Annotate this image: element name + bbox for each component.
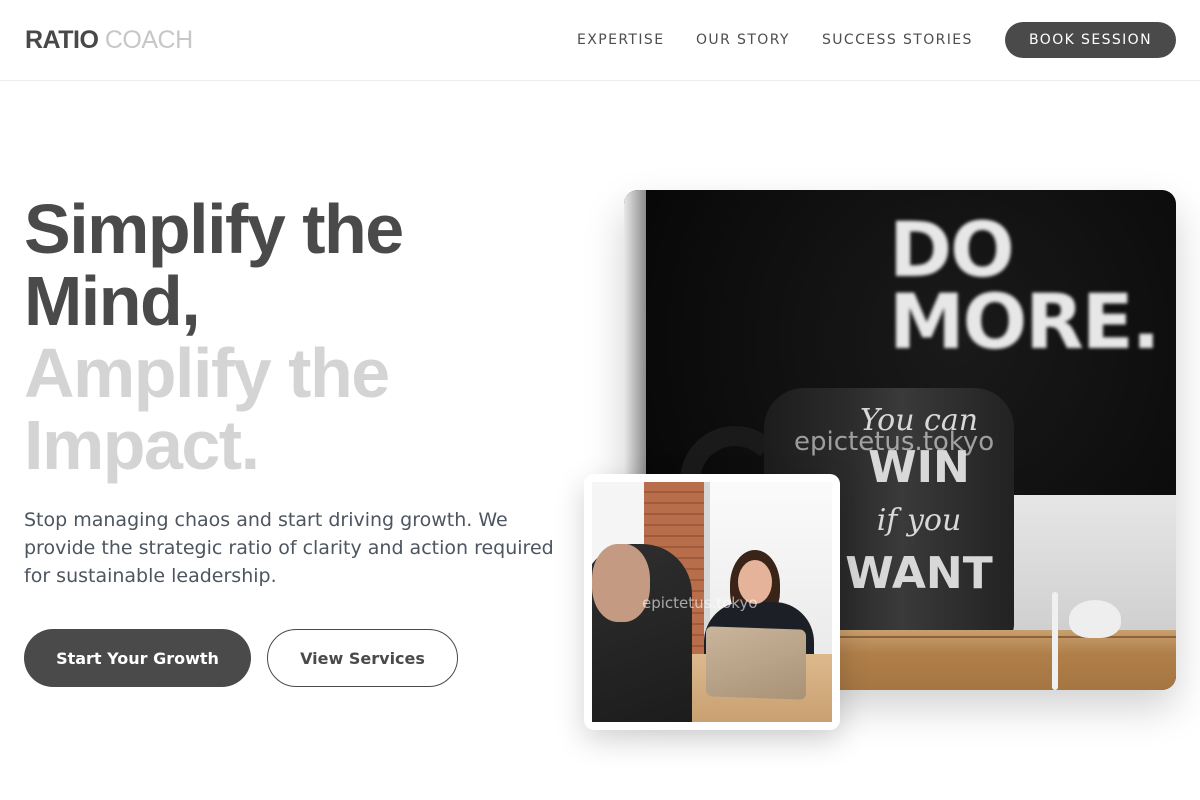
hero-headline: Simplify the Mind, Amplify the Impact.	[24, 193, 584, 481]
headline-line-1: Simplify the	[24, 190, 404, 268]
mug-text-line-3: if you	[876, 503, 962, 538]
headline-line-4: Impact.	[24, 406, 260, 484]
desk-edge	[804, 636, 1176, 638]
image-watermark: epictetus.tokyo	[794, 427, 995, 457]
overlay-watermark: epictetus.tokyo	[642, 594, 758, 612]
cable	[1052, 592, 1058, 690]
headline-line-2: Mind,	[24, 262, 201, 340]
desk-surface	[804, 630, 1176, 690]
nav-link-expertise[interactable]: EXPERTISE	[577, 0, 664, 80]
start-growth-button[interactable]: Start Your Growth	[24, 629, 251, 687]
hero-overlay-image: epictetus.tokyo	[592, 482, 832, 722]
hero-subtext: Stop managing chaos and start driving gr…	[24, 509, 554, 587]
nav-link-our-story[interactable]: OUR STORY	[696, 0, 790, 80]
headline-line-3: Amplify the	[24, 334, 390, 412]
book-session-button[interactable]: BOOK SESSION	[1005, 22, 1176, 58]
nav-link-success-stories[interactable]: SUCCESS STORIES	[822, 0, 973, 80]
brand-name-primary: RATIO	[25, 26, 99, 54]
laptop-icon	[706, 626, 806, 700]
view-services-button[interactable]: View Services	[267, 629, 458, 687]
mug-text-line-4: WANT	[845, 548, 993, 599]
hero-overlay-image-card: epictetus.tokyo	[584, 474, 840, 730]
site-header: RATIO COACH EXPERTISE OUR STORY SUCCESS …	[0, 0, 1200, 81]
mouse-icon	[1069, 600, 1121, 638]
brand-name-secondary: COACH	[104, 26, 193, 54]
brand-logo[interactable]: RATIO COACH	[25, 26, 193, 54]
poster-text: DO MORE.	[889, 205, 1161, 366]
